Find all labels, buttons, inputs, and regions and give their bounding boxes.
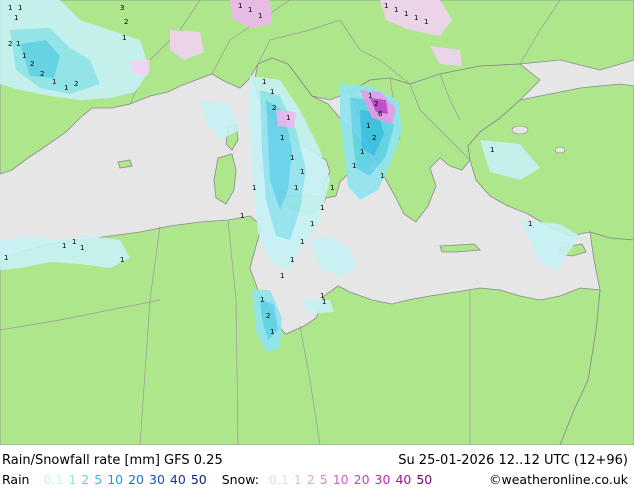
rain-legend-label: Rain [2, 472, 30, 487]
svg-text:1: 1 [290, 154, 294, 162]
svg-text:1: 1 [64, 84, 68, 92]
svg-text:1: 1 [238, 2, 242, 10]
svg-text:1: 1 [18, 4, 22, 12]
svg-text:2: 2 [372, 134, 376, 142]
svg-text:1: 1 [290, 256, 294, 264]
rain-scale-value: 20 [128, 472, 145, 487]
svg-text:6: 6 [378, 110, 383, 118]
svg-text:1: 1 [262, 78, 266, 86]
map-footer: Rain/Snowfall rate [mm] GFS 0.25 Su 25-0… [0, 445, 634, 490]
svg-text:2: 2 [272, 104, 276, 112]
rain-legend-scale: 0.1 1 2 5 10 20 30 40 50 [43, 472, 211, 487]
svg-text:1: 1 [248, 6, 252, 14]
run-info: Su 25-01-2026 12..12 UTC (12+96) [398, 453, 628, 468]
svg-text:2: 2 [74, 80, 78, 88]
svg-text:1: 1 [260, 296, 264, 304]
svg-text:1: 1 [286, 114, 290, 122]
svg-text:1: 1 [528, 220, 532, 228]
credit-link[interactable]: ©weatheronline.co.uk [489, 472, 628, 488]
svg-text:1: 1 [22, 52, 26, 60]
svg-text:1: 1 [252, 184, 256, 192]
precipitation-map: 1 11 2 112 211 2 321 1 11 11111 1121 1111 12… [0, 0, 634, 445]
rain-scale-value: 50 [190, 472, 207, 487]
svg-text:2: 2 [30, 60, 34, 68]
snow-legend-label: Snow: [221, 472, 259, 487]
svg-text:2: 2 [40, 70, 44, 78]
svg-text:1: 1 [14, 14, 18, 22]
svg-text:1: 1 [62, 242, 66, 250]
snow-scale-value: 40 [395, 472, 412, 487]
rain-scale-value: 10 [107, 472, 124, 487]
rain-scale-value: 1 [68, 472, 77, 487]
svg-text:1: 1 [52, 78, 56, 86]
svg-text:1: 1 [490, 146, 494, 154]
svg-text:2: 2 [8, 40, 12, 48]
rain-scale-value: 5 [94, 472, 103, 487]
svg-text:1: 1 [352, 162, 356, 170]
svg-text:1: 1 [360, 148, 364, 156]
svg-text:1: 1 [240, 212, 244, 220]
svg-text:1: 1 [270, 88, 274, 96]
svg-text:1: 1 [414, 14, 418, 22]
svg-text:1: 1 [394, 6, 398, 14]
legend-row: Rain 0.1 1 2 5 10 20 30 40 50 Snow: 0.1 1 2 5 10 20 30… [2, 472, 630, 488]
rain-scale-value: 40 [169, 472, 186, 487]
rain-scale-value: 2 [81, 472, 90, 487]
svg-text:2: 2 [374, 100, 378, 108]
snow-scale-value: 30 [374, 472, 391, 487]
svg-text:1: 1 [122, 34, 126, 42]
snow-scale-value: 2 [306, 472, 315, 487]
svg-text:2: 2 [266, 312, 270, 320]
svg-text:1: 1 [270, 328, 274, 336]
svg-text:1: 1 [8, 4, 12, 12]
svg-text:1: 1 [4, 254, 8, 262]
rain-scale-value: 30 [149, 472, 165, 487]
svg-text:1: 1 [294, 184, 298, 192]
snow-scale-value: 50 [416, 472, 433, 487]
snow-legend-scale: 0.1 1 2 5 10 20 30 40 50 [269, 472, 437, 487]
svg-text:1: 1 [384, 2, 388, 10]
svg-text:1: 1 [300, 238, 304, 246]
snow-scale-value: 5 [319, 472, 328, 487]
rain-scale-value: 0.1 [43, 472, 64, 487]
svg-text:1: 1 [72, 238, 76, 246]
snow-scale-value: 10 [332, 472, 349, 487]
snow-scale-value: 1 [293, 472, 302, 487]
snow-scale-value: 0.1 [268, 472, 289, 487]
svg-text:1: 1 [368, 92, 372, 100]
svg-text:1: 1 [330, 184, 334, 192]
svg-text:1: 1 [80, 244, 84, 252]
map-title: Rain/Snowfall rate [mm] GFS 0.25 [2, 453, 223, 468]
svg-text:1: 1 [280, 272, 284, 280]
snow-scale-value: 20 [353, 472, 370, 487]
svg-text:1: 1 [320, 204, 324, 212]
svg-text:1: 1 [310, 220, 314, 228]
svg-text:1: 1 [120, 256, 124, 264]
svg-text:1: 1 [300, 168, 304, 176]
svg-text:1: 1 [16, 40, 20, 48]
svg-text:1: 1 [258, 12, 262, 20]
svg-text:3: 3 [120, 4, 124, 12]
svg-text:2: 2 [124, 18, 128, 26]
svg-text:1: 1 [424, 18, 428, 26]
svg-text:1: 1 [280, 134, 284, 142]
svg-text:1: 1 [322, 298, 326, 306]
svg-text:1: 1 [366, 122, 370, 130]
svg-text:1: 1 [380, 172, 384, 180]
svg-text:1: 1 [404, 10, 408, 18]
